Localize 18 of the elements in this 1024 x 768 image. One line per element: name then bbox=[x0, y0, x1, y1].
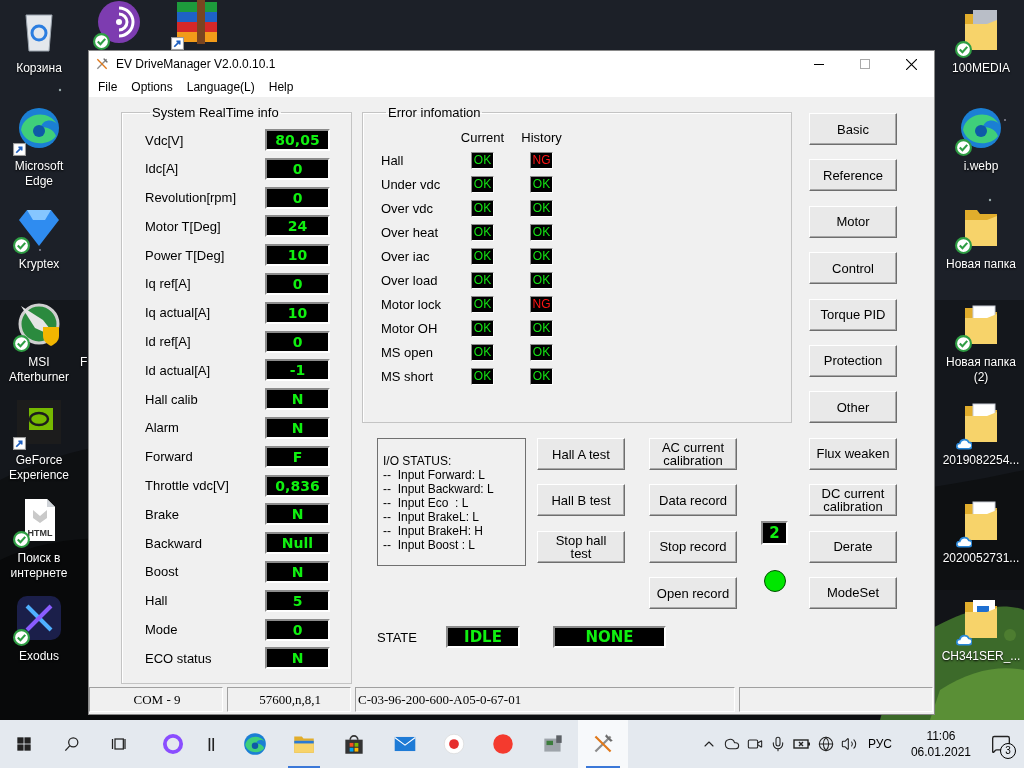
language-indicator[interactable]: РУС bbox=[867, 737, 892, 751]
speaker-icon[interactable] bbox=[840, 736, 857, 752]
cloud-icon[interactable] bbox=[723, 736, 740, 752]
round-logo-icon bbox=[490, 731, 516, 757]
clock[interactable]: 11:06 06.01.2021 bbox=[910, 728, 971, 760]
running-indicator bbox=[586, 766, 620, 768]
notification-count: 3 bbox=[1000, 743, 1016, 759]
browser-swirl-icon bbox=[242, 731, 268, 757]
windows-logo-icon bbox=[14, 734, 34, 754]
globe-icon[interactable] bbox=[817, 736, 834, 752]
round-logo-icon bbox=[441, 731, 467, 757]
double-bar-icon bbox=[206, 737, 216, 751]
battery-icon[interactable] bbox=[792, 736, 811, 752]
video-camera-icon[interactable] bbox=[746, 736, 763, 752]
time-text: 11:06 bbox=[926, 728, 956, 744]
running-indicator bbox=[288, 766, 320, 768]
ring-icon bbox=[160, 731, 186, 757]
date-text: 06.01.2021 bbox=[910, 744, 971, 760]
